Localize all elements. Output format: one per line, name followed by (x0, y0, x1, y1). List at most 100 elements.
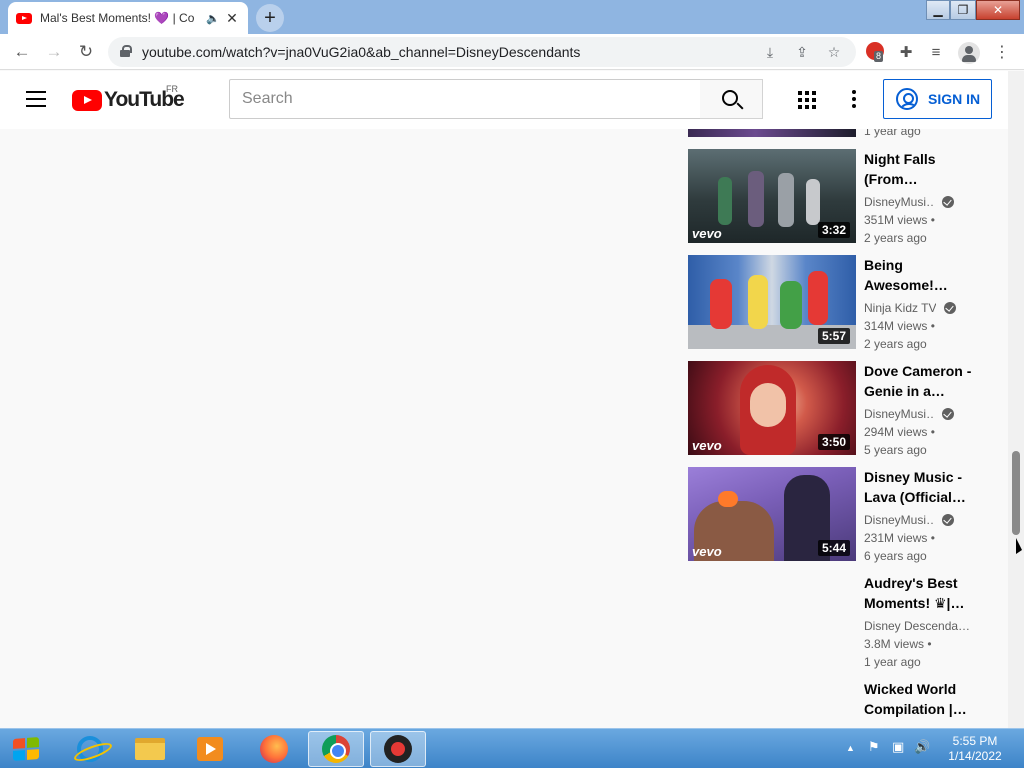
new-tab-button[interactable]: + (256, 4, 284, 32)
scrollbar-thumb[interactable] (1012, 451, 1020, 535)
taskbar-file-explorer[interactable] (122, 731, 178, 767)
youtube-play-icon (72, 89, 102, 111)
channel-name[interactable]: DisneyMusi… (864, 405, 976, 423)
related-video-item[interactable]: 5:57 Being Awesome!… Ninja Kidz TV 314M v… (688, 255, 988, 351)
channel-name[interactable]: DisneyMusi… (864, 193, 976, 211)
share-icon[interactable]: ⇪ (790, 40, 814, 64)
action-center-flag-icon[interactable]: ⚑ (868, 739, 880, 755)
video-duration: 3:50 (817, 434, 850, 450)
view-count: 351M views • (864, 213, 935, 227)
network-icon[interactable]: ▣ (892, 739, 904, 755)
video-upload-age: 2 years ago (864, 337, 927, 351)
window-minimize-button[interactable]: ▁ (926, 0, 950, 20)
related-video-item[interactable]: vevo 5:44 Disney Music - Lava (Official… … (688, 467, 988, 563)
tab-close-icon[interactable]: ✕ (224, 10, 240, 27)
reload-icon[interactable]: ↻ (72, 38, 100, 66)
window-restore-button[interactable]: ❐ (950, 0, 976, 20)
browser-toolbar: ← → ↻ youtube.com/watch?v=jna0VuG2ia0&ab… (0, 34, 1024, 70)
youtube-header: YouTube FR SIGN IN (0, 71, 1008, 129)
video-title[interactable]: Dove Cameron - Genie in a… (864, 361, 976, 401)
related-video-item[interactable]: vevo 3:32 Night Falls (From… DisneyMusi… … (688, 149, 988, 245)
browser-tab-strip: Mal's Best Moments! 💜 | Co 🔈 ✕ + ▁ ❐ ✕ (0, 0, 1024, 34)
forward-arrow-icon[interactable]: → (40, 38, 68, 66)
clock-time: 5:55 PM (952, 734, 998, 748)
taskbar-internet-explorer[interactable] (62, 731, 118, 767)
video-upload-age: 5 years ago (864, 443, 927, 457)
channel-name[interactable]: Ninja Kidz TV (864, 299, 976, 317)
page-scrollbar[interactable] (1008, 71, 1024, 728)
video-title[interactable]: Being Awesome!… (864, 255, 976, 295)
tab-title: Mal's Best Moments! 💜 | Co (40, 11, 195, 25)
youtube-favicon-icon (16, 12, 32, 24)
chrome-icon (322, 735, 350, 763)
extensions-puzzle-icon[interactable]: ✚ (892, 38, 920, 66)
firefox-icon (260, 735, 288, 763)
vevo-watermark: vevo (692, 226, 722, 241)
video-thumbnail[interactable] (688, 573, 856, 667)
video-thumbnail[interactable]: 5:57 (688, 255, 856, 349)
sign-in-button[interactable]: SIGN IN (883, 79, 992, 119)
video-thumbnail[interactable]: vevo 3:32 (688, 149, 856, 243)
windows-logo-icon (13, 737, 39, 761)
video-title[interactable]: Wicked World Compilation |… (864, 679, 976, 719)
channel-name[interactable]: DisneyMusi… (864, 511, 976, 529)
view-count: 3.8M views • (864, 637, 932, 651)
related-video-item[interactable]: Wicked World Compilation |… (688, 679, 988, 728)
related-videos-panel: 1 year ago vevo 3:32 Night Falls (From… D… (0, 129, 1008, 728)
start-button[interactable] (4, 731, 48, 767)
bookmark-star-icon[interactable]: ☆ (822, 40, 846, 64)
video-thumbnail[interactable] (688, 129, 856, 137)
video-thumbnail[interactable]: vevo 3:50 (688, 361, 856, 455)
video-duration: 5:44 (817, 540, 850, 556)
search-button[interactable] (700, 79, 763, 119)
system-clock[interactable]: 5:55 PM 1/14/2022 (940, 734, 1010, 764)
taskbar-chrome[interactable] (308, 731, 364, 767)
channel-name[interactable]: Disney Descenda… (864, 617, 976, 635)
apps-grid-icon[interactable] (798, 91, 816, 109)
search-box[interactable] (229, 79, 701, 119)
taskbar-firefox[interactable] (246, 731, 302, 767)
video-title[interactable]: Disney Music - Lava (Official… (864, 467, 976, 507)
search-input[interactable] (230, 80, 700, 118)
profile-avatar-icon[interactable] (958, 42, 980, 64)
mouse-cursor-icon (1016, 538, 1022, 554)
vevo-watermark: vevo (692, 544, 722, 559)
settings-menu-icon[interactable] (852, 90, 856, 108)
video-thumbnail[interactable]: vevo 5:44 (688, 467, 856, 561)
hamburger-menu-icon[interactable] (26, 91, 46, 107)
internet-explorer-icon (77, 736, 103, 762)
speaker-icon[interactable]: 🔈 (206, 12, 220, 25)
extension-badge-count: 8 (874, 51, 884, 62)
related-video-item[interactable]: Audrey's Best Moments! ♛|… Disney Descend… (688, 573, 988, 669)
video-thumbnail[interactable] (688, 679, 856, 728)
extension-icon[interactable]: 8 (866, 42, 884, 62)
taskbar-screen-recorder[interactable] (370, 731, 426, 767)
back-arrow-icon[interactable]: ← (8, 38, 36, 66)
chrome-menu-icon[interactable]: ⋮ (988, 38, 1016, 66)
verified-check-icon (944, 302, 957, 314)
view-count: 231M views • (864, 531, 935, 545)
url-text[interactable]: youtube.com/watch?v=jna0VuG2ia0&ab_chann… (142, 44, 580, 60)
record-icon (384, 735, 412, 763)
verified-check-icon (942, 514, 954, 526)
browser-tab[interactable]: Mal's Best Moments! 💜 | Co 🔈 ✕ (8, 2, 248, 34)
search-icon (722, 90, 738, 106)
video-duration: 3:32 (817, 222, 850, 238)
video-upload-age: 2 years ago (864, 231, 927, 245)
taskbar-media-player[interactable] (182, 731, 238, 767)
lock-icon[interactable] (120, 45, 132, 57)
youtube-logo[interactable]: YouTube FR (72, 84, 185, 112)
media-control-icon[interactable]: ≡ (922, 38, 950, 66)
video-title[interactable]: Night Falls (From… (864, 149, 976, 189)
volume-icon[interactable]: 🔊 (914, 739, 930, 755)
video-upload-age: 1 year ago (864, 655, 921, 669)
video-upload-age: 6 years ago (864, 549, 927, 563)
video-title[interactable]: Audrey's Best Moments! ♛|… (864, 573, 976, 613)
region-code: FR (166, 84, 178, 94)
address-bar[interactable]: youtube.com/watch?v=jna0VuG2ia0&ab_chann… (108, 37, 856, 67)
window-close-button[interactable]: ✕ (976, 0, 1020, 20)
related-video-item[interactable]: vevo 3:50 Dove Cameron - Genie in a… Disn… (688, 361, 988, 457)
verified-check-icon (942, 196, 954, 208)
show-hidden-icons-icon[interactable]: ▲ (846, 743, 855, 753)
install-app-icon[interactable]: ⤓ (758, 40, 782, 64)
